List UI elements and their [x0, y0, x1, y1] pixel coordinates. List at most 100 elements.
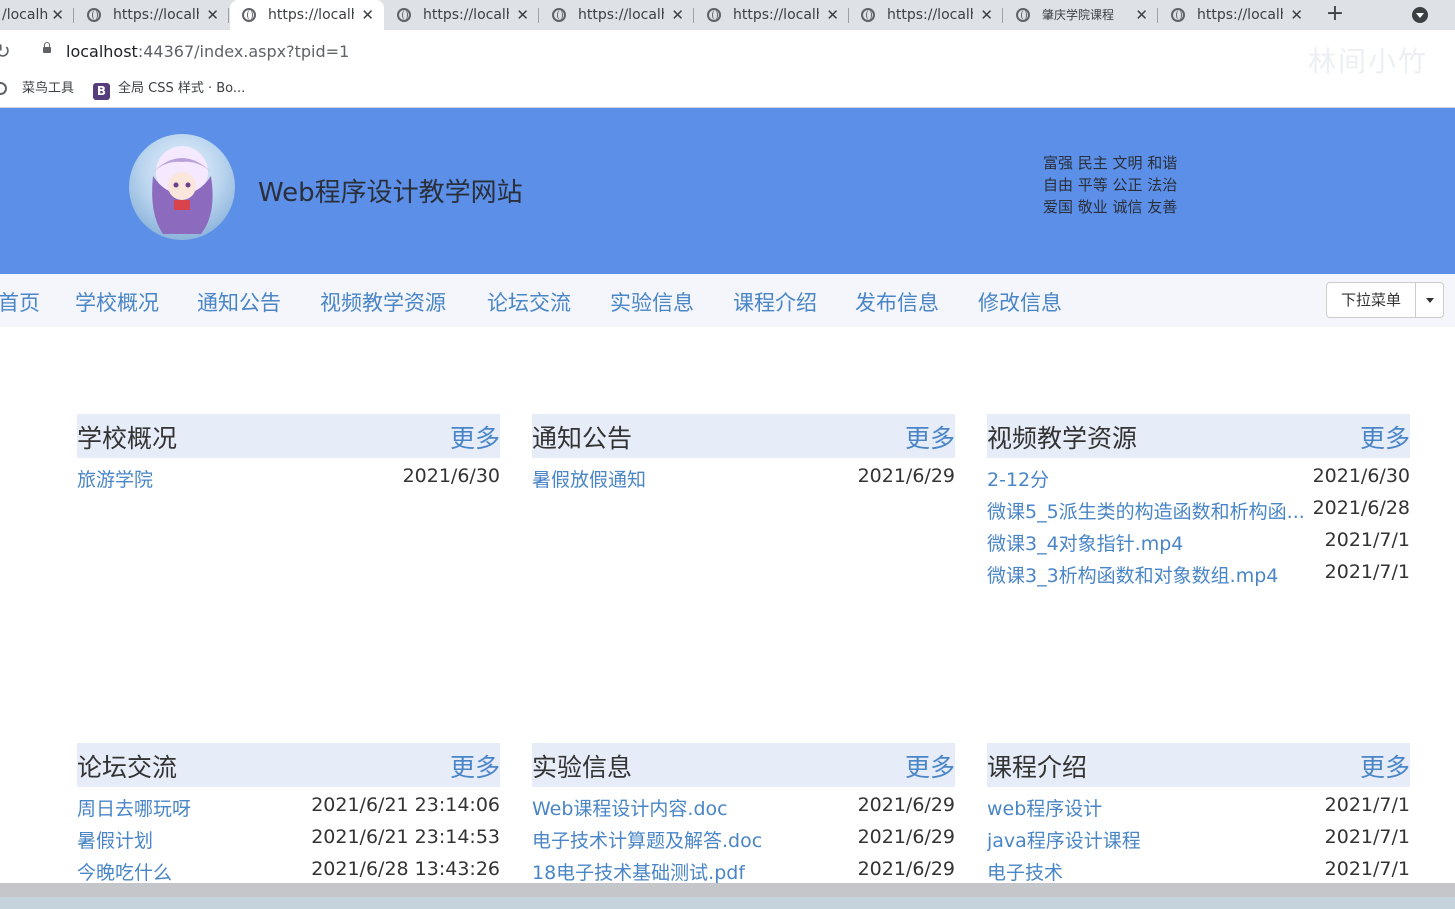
url-path: :44367/index.aspx?tpid=1: [137, 42, 350, 61]
nav-item-experiments[interactable]: 实验信息: [610, 287, 694, 317]
reload-icon[interactable]: ↻: [0, 39, 11, 63]
tab-title: https://localh: [1197, 7, 1283, 23]
dropdown-menu-button[interactable]: 下拉菜单: [1326, 282, 1444, 318]
browser-tab[interactable]: 肇庆学院课程 ✕: [1004, 0, 1158, 30]
panel-title: 论坛交流: [77, 753, 178, 782]
item-date: 2021/6/29: [857, 858, 955, 880]
browser-tab-active[interactable]: https://localh ✕: [230, 0, 384, 30]
core-values-line: 爱国 敬业 诚信 友善: [1043, 198, 1178, 216]
browser-tab[interactable]: https://localh ✕: [385, 0, 539, 30]
bookmark-item[interactable]: 菜鸟工具: [0, 76, 74, 107]
browser-tab[interactable]: https://localh ✕: [849, 0, 1003, 30]
item-link[interactable]: 18电子技术基础测试.pdf: [532, 858, 745, 885]
panel-header: 论坛交流 更多: [77, 743, 500, 787]
item-date: 2021/6/30: [1312, 465, 1410, 487]
address-input[interactable]: localhost:44367/index.aspx?tpid=1: [66, 42, 349, 61]
list-item: 今晚吃什么 2021/6/28 13:43:26: [77, 851, 500, 885]
item-date: 2021/6/30: [402, 465, 500, 487]
bookmark-item[interactable]: B 全局 CSS 样式 · Bo...: [93, 76, 245, 107]
horizontal-scrollbar[interactable]: [0, 883, 1455, 897]
url-host: localhost: [66, 42, 138, 61]
core-values-line: 富强 民主 文明 和谐: [1043, 154, 1178, 172]
close-icon[interactable]: ✕: [516, 0, 529, 30]
browser-tab[interactable]: https://localh ✕: [75, 0, 229, 30]
more-link[interactable]: 更多: [1360, 419, 1410, 455]
tab-title: https://localh: [733, 7, 819, 23]
lock-icon[interactable]: [43, 42, 51, 53]
nav-item-home[interactable]: 首页: [0, 287, 40, 317]
close-icon[interactable]: ✕: [980, 0, 993, 30]
caret-down-icon: [1426, 298, 1434, 303]
dropdown-toggle[interactable]: [1415, 283, 1444, 317]
item-link[interactable]: web程序设计: [987, 794, 1102, 821]
item-link[interactable]: 暑假放假通知: [532, 465, 646, 492]
close-icon[interactable]: ✕: [671, 0, 684, 30]
close-icon[interactable]: ✕: [51, 0, 64, 30]
close-icon[interactable]: ✕: [1135, 0, 1148, 30]
item-date: 2021/7/1: [1324, 529, 1410, 551]
more-link[interactable]: 更多: [1360, 748, 1410, 784]
globe-icon: [1016, 8, 1030, 22]
item-link[interactable]: 周日去哪玩呀: [77, 794, 191, 821]
more-link[interactable]: 更多: [450, 419, 500, 455]
globe-icon: [87, 8, 101, 22]
globe-icon: [861, 8, 875, 22]
item-link[interactable]: 今晚吃什么: [77, 858, 172, 885]
item-link[interactable]: 电子技术: [987, 858, 1063, 885]
item-link[interactable]: 暑假计划: [77, 826, 153, 853]
browser-tab[interactable]: https://localh ✕: [695, 0, 849, 30]
browser-tab-strip: /localh ✕ https://localh ✕ https://local…: [0, 0, 1455, 30]
panel-header: 视频教学资源 更多: [987, 414, 1410, 458]
item-link[interactable]: 电子技术计算题及解答.doc: [532, 826, 762, 853]
core-values-line: 自由 平等 公正 法治: [1043, 176, 1178, 194]
nav-item-publish[interactable]: 发布信息: [855, 287, 939, 317]
nav-item-videos[interactable]: 视频教学资源: [320, 287, 446, 317]
more-link[interactable]: 更多: [905, 419, 955, 455]
browser-tab[interactable]: https://localh ✕: [540, 0, 694, 30]
more-link[interactable]: 更多: [905, 748, 955, 784]
tab-title: https://localh: [887, 7, 973, 23]
browser-tab[interactable]: /localh ✕: [0, 0, 74, 30]
nav-item-forum[interactable]: 论坛交流: [487, 287, 571, 317]
item-date: 2021/6/29: [857, 794, 955, 816]
item-link[interactable]: 微课3_3析构函数和对象数组.mp4: [987, 561, 1278, 588]
globe-icon: [242, 8, 256, 22]
item-date: 2021/6/21 23:14:06: [311, 794, 500, 816]
item-link[interactable]: 旅游学院: [77, 465, 153, 492]
list-item: 微课3_3析构函数和对象数组.mp4 2021/7/1: [987, 554, 1410, 588]
item-link[interactable]: 微课5_5派生类的构造函数和析构函...: [987, 497, 1317, 524]
tab-title: https://localh: [423, 7, 509, 23]
item-link[interactable]: java程序设计课程: [987, 826, 1141, 853]
list-item: 18电子技术基础测试.pdf 2021/6/29: [532, 851, 955, 885]
close-icon[interactable]: ✕: [1290, 0, 1303, 30]
item-link[interactable]: 微课3_4对象指针.mp4: [987, 529, 1183, 556]
bookmarks-bar: 菜鸟工具 B 全局 CSS 样式 · Bo...: [0, 76, 1455, 108]
close-icon[interactable]: ✕: [826, 0, 839, 30]
item-link[interactable]: 2-12分: [987, 465, 1049, 492]
globe-icon: [552, 8, 566, 22]
nav-item-edit[interactable]: 修改信息: [978, 287, 1062, 317]
item-link[interactable]: Web课程设计内容.doc: [532, 794, 728, 821]
dropdown-label: 下拉菜单: [1341, 291, 1402, 309]
main-nav: 首页 学校概况 通知公告 视频教学资源 论坛交流 实验信息 课程介绍 发布信息 …: [0, 274, 1455, 327]
item-date: 2021/7/1: [1324, 826, 1410, 848]
browser-tab[interactable]: https://localh ✕: [1159, 0, 1313, 30]
close-icon[interactable]: ✕: [361, 0, 374, 30]
new-tab-plus-icon[interactable]: +: [1322, 0, 1348, 30]
panel-videos: 视频教学资源 更多 2-12分 2021/6/30 微课5_5派生类的构造函数和…: [987, 414, 1410, 588]
panel-header: 学校概况 更多: [77, 414, 500, 458]
nav-item-school[interactable]: 学校概况: [75, 287, 159, 317]
list-item: 电子技术计算题及解答.doc 2021/6/29: [532, 819, 955, 853]
nav-item-notices[interactable]: 通知公告: [197, 287, 281, 317]
tab-title: https://localh: [268, 7, 354, 23]
close-icon[interactable]: ✕: [206, 0, 219, 30]
item-date: 2021/6/29: [857, 465, 955, 487]
list-item: 2-12分 2021/6/30: [987, 458, 1410, 492]
list-item: 旅游学院 2021/6/30: [77, 458, 500, 492]
item-date: 2021/6/29: [857, 826, 955, 848]
list-item: 微课3_4对象指针.mp4 2021/7/1: [987, 522, 1410, 556]
nav-item-courses[interactable]: 课程介绍: [733, 287, 817, 317]
tab-search-chevron-icon[interactable]: [1412, 7, 1428, 23]
globe-icon: [397, 8, 411, 22]
more-link[interactable]: 更多: [450, 748, 500, 784]
